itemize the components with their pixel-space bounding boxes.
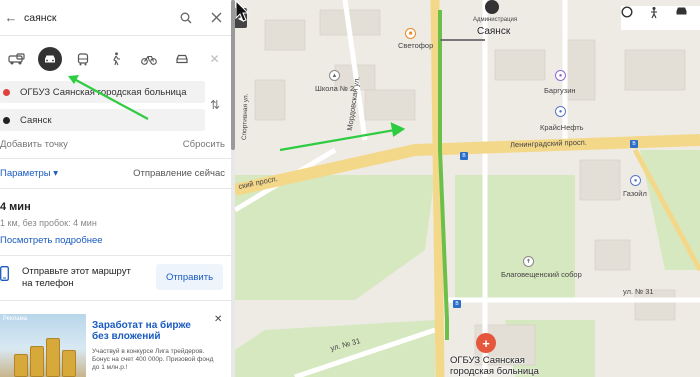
park-area bbox=[455, 175, 575, 300]
barguzin-icon[interactable]: ● bbox=[555, 70, 566, 81]
school-icon[interactable]: ▲ bbox=[329, 70, 340, 81]
shop-icon[interactable]: ■ bbox=[405, 28, 416, 39]
car-sharing-icon[interactable] bbox=[165, 44, 198, 74]
divider bbox=[0, 188, 231, 189]
chevron-down-icon: ▾ bbox=[53, 168, 59, 179]
back-arrow-icon[interactable]: ← bbox=[0, 10, 22, 25]
krais-neft-label: КрайсНефть bbox=[540, 123, 584, 132]
church-label: Благовещенский собор bbox=[501, 270, 582, 279]
annotation-arrow-panel bbox=[68, 75, 149, 120]
search-input[interactable]: саянск bbox=[22, 12, 171, 24]
close-icon[interactable] bbox=[201, 0, 231, 36]
mouse-cursor-icon bbox=[235, 0, 249, 22]
traffic-car-icon[interactable] bbox=[675, 6, 700, 30]
divider bbox=[0, 255, 231, 256]
divider bbox=[0, 158, 231, 159]
app-root: ← саянск ✕ ОГБУЗ Саянская городская боль… bbox=[0, 0, 700, 377]
route-params-row: Параметры ▾ Отправление сейчас bbox=[0, 168, 231, 179]
phone-icon bbox=[0, 266, 10, 282]
school-label: Школа № 2 bbox=[315, 84, 355, 93]
location-pin-icon[interactable] bbox=[485, 0, 499, 14]
divider bbox=[0, 300, 231, 301]
route-to-label: Саянск bbox=[20, 114, 52, 126]
to-point-dot bbox=[3, 116, 10, 124]
params-label: Параметры bbox=[0, 168, 51, 179]
send-button[interactable]: Отправить bbox=[156, 264, 223, 290]
gas-station-icon[interactable]: ● bbox=[555, 106, 566, 117]
church-icon[interactable]: ✝ bbox=[523, 256, 534, 267]
gas-station-icon[interactable]: ● bbox=[630, 175, 641, 186]
ad-label: Реклама bbox=[3, 316, 28, 322]
search-bar: ← саянск bbox=[0, 0, 231, 36]
ad-close-icon[interactable]: ✕ bbox=[214, 314, 222, 325]
send-to-phone-text: Отправьте этот маршрут на телефон bbox=[22, 266, 131, 289]
gazoil-label: Газойл bbox=[623, 189, 647, 198]
bus-stop-icon[interactable]: B bbox=[630, 140, 638, 148]
params-dropdown[interactable]: Параметры ▾ bbox=[0, 168, 58, 179]
destination-label-line1: ОГБУЗ Саянская bbox=[450, 355, 525, 366]
bus-stop-icon[interactable]: B bbox=[453, 300, 461, 308]
map-view[interactable]: ◀ Администрация Саянск ■ Светофор ▲ Школ… bbox=[235, 0, 700, 377]
swap-points-icon[interactable]: ⇅ bbox=[210, 98, 220, 112]
destination-label-line2: городская больница bbox=[450, 366, 539, 377]
car-icon bbox=[37, 47, 62, 71]
layers-icon[interactable] bbox=[621, 6, 648, 30]
route-details-link[interactable]: Посмотреть подробнее bbox=[0, 235, 103, 246]
taxi-icon[interactable] bbox=[0, 44, 33, 74]
city-label: Саянск bbox=[477, 26, 511, 37]
ad-body: Участвуй в конкурсе Лига трейдеров. Бону… bbox=[92, 348, 214, 371]
route-panel: ← саянск ✕ ОГБУЗ Саянская городская боль… bbox=[0, 0, 231, 377]
departure-time[interactable]: Отправление сейчас bbox=[133, 168, 225, 179]
street-label-31-right: ул. № 31 bbox=[623, 287, 654, 296]
destination-label: ОГБУЗ Саянская городская больница bbox=[450, 355, 539, 377]
annotation-arrow-map bbox=[279, 122, 406, 152]
ad-title[interactable]: Заработат на бирже без вложений bbox=[92, 320, 207, 342]
route-time: 4 мин bbox=[0, 201, 31, 213]
search-icon[interactable] bbox=[171, 0, 201, 36]
close-mode-icon[interactable]: ✕ bbox=[198, 44, 231, 74]
add-point-link[interactable]: Добавить точку bbox=[0, 139, 68, 150]
from-point-dot bbox=[3, 88, 10, 96]
admin-label: Администрация bbox=[473, 17, 518, 23]
route-distance: 1 км, без пробок: 4 мин bbox=[0, 218, 97, 228]
bus-stop-icon[interactable]: B bbox=[460, 152, 468, 160]
svetofor-label: Светофор bbox=[398, 41, 434, 50]
hospital-pin-icon[interactable]: + bbox=[476, 333, 496, 353]
ad-banner[interactable]: Реклама Заработат на бирже без вложений … bbox=[0, 308, 231, 377]
panorama-icon[interactable] bbox=[648, 6, 675, 30]
route-actions: Добавить точку Сбросить bbox=[0, 139, 231, 150]
barguzin-label: Баргузин bbox=[544, 86, 576, 95]
reset-link[interactable]: Сбросить bbox=[183, 139, 225, 150]
ad-image[interactable]: Реклама bbox=[0, 314, 86, 377]
